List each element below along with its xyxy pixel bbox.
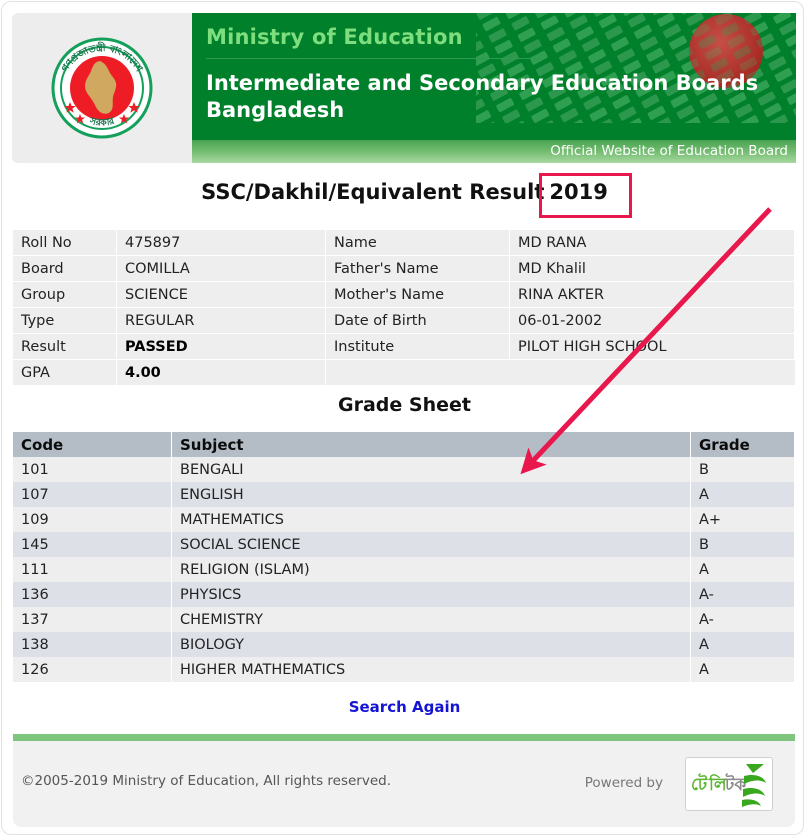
grade-code: 138	[13, 632, 172, 657]
info-label: Roll No	[13, 230, 117, 256]
info-value: 475897	[116, 230, 326, 256]
grade-code: 101	[13, 457, 172, 482]
grade-subject: HIGHER MATHEMATICS	[171, 657, 691, 682]
info-row: Roll No 475897 Name MD RANA	[13, 230, 795, 256]
grade-code: 136	[13, 582, 172, 607]
footer-divider	[13, 734, 795, 741]
board-name: Intermediate and Secondary Education Boa…	[206, 71, 759, 122]
grade-value: A	[690, 482, 795, 507]
grade-value: B	[690, 532, 795, 557]
info-label-secondary: Father's Name	[325, 255, 510, 282]
grade-value: A-	[690, 582, 795, 607]
grade-subject: RELIGION (ISLAM)	[171, 557, 691, 582]
student-info-table: Roll No 475897 Name MD RANA Board COMILLA Fath…	[13, 230, 795, 386]
table-row: 109 MATHEMATICS A+	[13, 507, 795, 532]
grade-value: A-	[690, 607, 795, 632]
grade-subject: BENGALI	[171, 457, 691, 482]
info-row: Board COMILLA Father's Name MD Khalil	[13, 255, 795, 282]
grade-code: 126	[13, 657, 172, 682]
info-row: Type REGULAR Date of Birth 06-01-2002	[13, 307, 795, 334]
bangladesh-government-emblem-icon: গণপ্রজাতন্ত্রী বাংলাদেশ সরকার	[51, 37, 153, 139]
info-row: Group SCIENCE Mother's Name RINA AKTER	[13, 281, 795, 308]
grade-subject: SOCIAL SCIENCE	[171, 532, 691, 557]
table-row: 111 RELIGION (ISLAM) A	[13, 557, 795, 582]
info-label-secondary	[325, 359, 510, 386]
info-value: REGULAR	[116, 307, 326, 334]
page-frame: গণপ্রজাতন্ত্রী বাংলাদেশ সরকার Ministry o…	[1, 1, 804, 835]
info-value: PASSED	[116, 333, 326, 360]
table-row: 145 SOCIAL SCIENCE B	[13, 532, 795, 557]
grade-value: A	[690, 657, 795, 682]
grade-sheet-table: Code Subject Grade 101 BENGALI B 107 ENGLISH…	[13, 432, 795, 682]
page-title-main: SSC/Dakhil/Equivalent Result	[201, 180, 545, 204]
site-footer: ©2005-2019 Ministry of Education, All ri…	[13, 741, 795, 827]
search-again-link[interactable]: Search Again	[349, 698, 461, 716]
powered-by-label: Powered by	[584, 775, 663, 791]
official-website-label: Official Website of Education Board	[550, 143, 788, 159]
grade-sheet-header-row: Code Subject Grade	[13, 432, 795, 457]
grade-code: 109	[13, 507, 172, 532]
page-title: SSC/Dakhil/Equivalent Result 2019	[2, 180, 803, 204]
info-row: Result PASSED Institute PILOT HIGH SCHOOL	[13, 333, 795, 360]
teletalk-logo-icon: টে লি টক	[686, 758, 772, 810]
grade-value: A+	[690, 507, 795, 532]
result-page: গণপ্রজাতন্ত্রী বাংলাদেশ সরকার Ministry o…	[0, 0, 805, 836]
info-label-secondary: Mother's Name	[325, 281, 510, 308]
info-value-secondary: MD RANA	[509, 230, 795, 256]
table-row: 136 PHYSICS A-	[13, 582, 795, 607]
table-row: 101 BENGALI B	[13, 457, 795, 482]
table-row: 137 CHEMISTRY A-	[13, 607, 795, 632]
grade-code: 111	[13, 557, 172, 582]
grade-code: 145	[13, 532, 172, 557]
table-row: 107 ENGLISH A	[13, 482, 795, 507]
info-value: COMILLA	[116, 255, 326, 282]
ministry-name: Ministry of Education	[206, 25, 536, 60]
info-label: Group	[13, 281, 117, 308]
info-value: SCIENCE	[116, 281, 326, 308]
grade-value: A	[690, 557, 795, 582]
info-value-secondary: 06-01-2002	[509, 307, 795, 334]
info-value-secondary: MD Khalil	[509, 255, 795, 282]
grade-value: B	[690, 457, 795, 482]
grade-value: A	[690, 632, 795, 657]
info-value-secondary: PILOT HIGH SCHOOL	[509, 333, 795, 360]
grade-code: 137	[13, 607, 172, 632]
table-row: 138 BIOLOGY A	[13, 632, 795, 657]
copyright-text: ©2005-2019 Ministry of Education, All ri…	[21, 773, 392, 789]
emblem-container: গণপ্রজাতন্ত্রী বাংলাদেশ সরকার	[12, 13, 192, 163]
grade-code: 107	[13, 482, 172, 507]
column-header-code: Code	[13, 432, 172, 457]
search-again-container: Search Again	[2, 697, 803, 716]
info-value: 4.00	[116, 359, 326, 386]
column-header-subject: Subject	[171, 432, 691, 457]
info-label-secondary: Institute	[325, 333, 510, 360]
banner-text-block: Ministry of Education Intermediate and S…	[192, 13, 796, 124]
column-header-grade: Grade	[690, 432, 795, 457]
info-label: Type	[13, 307, 117, 334]
info-value-secondary: RINA AKTER	[509, 281, 795, 308]
info-label: Board	[13, 255, 117, 282]
info-label-secondary: Name	[325, 230, 510, 256]
grade-subject: MATHEMATICS	[171, 507, 691, 532]
grade-subject: BIOLOGY	[171, 632, 691, 657]
table-row: 126 HIGHER MATHEMATICS A	[13, 657, 795, 682]
info-value-secondary	[509, 359, 795, 386]
info-label-secondary: Date of Birth	[325, 307, 510, 334]
official-website-strip: Official Website of Education Board	[192, 140, 796, 163]
teletalk-logo[interactable]: টে লি টক	[685, 757, 773, 811]
grade-sheet-heading: Grade Sheet	[338, 394, 471, 416]
info-label: Result	[13, 333, 117, 360]
student-info-body: Roll No 475897 Name MD RANA Board COMILLA Fath…	[13, 230, 795, 386]
grade-subject: PHYSICS	[171, 582, 691, 607]
grade-sheet-head: Code Subject Grade	[13, 432, 795, 457]
grade-subject: CHEMISTRY	[171, 607, 691, 632]
grade-sheet-body: 101 BENGALI B 107 ENGLISH A 109 MATHEMATICS A+ 14…	[13, 457, 795, 682]
grade-subject: ENGLISH	[171, 482, 691, 507]
info-row: GPA 4.00	[13, 359, 795, 386]
svg-text:টে: টে	[691, 773, 708, 795]
info-label: GPA	[13, 359, 117, 386]
page-title-year: 2019	[549, 180, 608, 204]
